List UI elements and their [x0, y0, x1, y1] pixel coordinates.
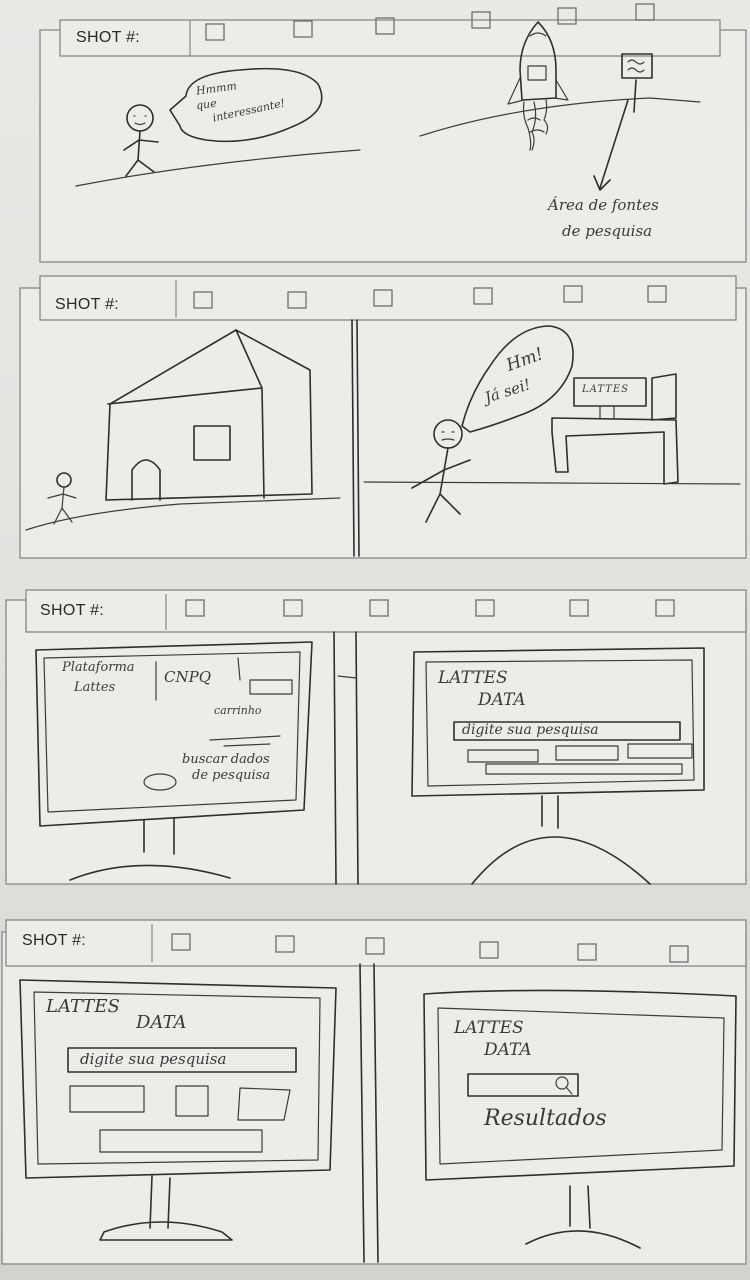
shot-3-right-title-2: DATA [478, 690, 526, 710]
shot-label-2: SHOT #: [55, 296, 120, 313]
storyboard-row-2 [19, 275, 747, 559]
shot-3-right-title-1: LATTES [438, 668, 508, 688]
shot-label-1: SHOT #: [76, 29, 141, 46]
shot-label-3: SHOT #: [40, 602, 105, 619]
shot-3-frame [5, 599, 747, 885]
storyboard-sheet [1, 3, 747, 1265]
shot-3-left-title-2: Lattes [74, 680, 116, 695]
storyboard-row-3 [5, 589, 747, 885]
shot-2-header [39, 275, 737, 321]
shot-3-left-note-2: buscar dados [182, 752, 270, 767]
shot-4-left-title-1: LATTES [46, 996, 120, 1017]
shot-1-checkbox-6[interactable] [635, 3, 655, 21]
caption-line-2: de pesquisa [562, 222, 653, 240]
shot-1-header [59, 19, 721, 57]
shot-4-left-search-placeholder: digite sua pesquisa [80, 1050, 227, 1068]
shot-3-left-org: CNPQ [164, 668, 211, 686]
caption-line-1: Área de fontes [548, 196, 659, 214]
monitor-label-lattes: LATTES [582, 384, 629, 395]
shot-4-right-title-2: DATA [484, 1040, 532, 1060]
shot-label-4: SHOT #: [22, 932, 87, 949]
storyboard-row-4 [1, 919, 747, 1265]
shot-3-search-placeholder: digite sua pesquisa [462, 722, 599, 738]
shot-4-right-title-1: LATTES [454, 1018, 524, 1038]
shot-3-left-title-1: Plataforma [62, 660, 135, 675]
shot-4-header [5, 919, 747, 967]
shot-3-left-note-1: carrinho [214, 704, 262, 717]
shot-4-left-title-2: DATA [136, 1012, 187, 1033]
shot-4-results-text: Resultados [484, 1106, 607, 1131]
shot-3-header [25, 589, 747, 633]
shot-2-frame [19, 287, 747, 559]
shot-3-left-note-3: de pesquisa [192, 768, 271, 783]
